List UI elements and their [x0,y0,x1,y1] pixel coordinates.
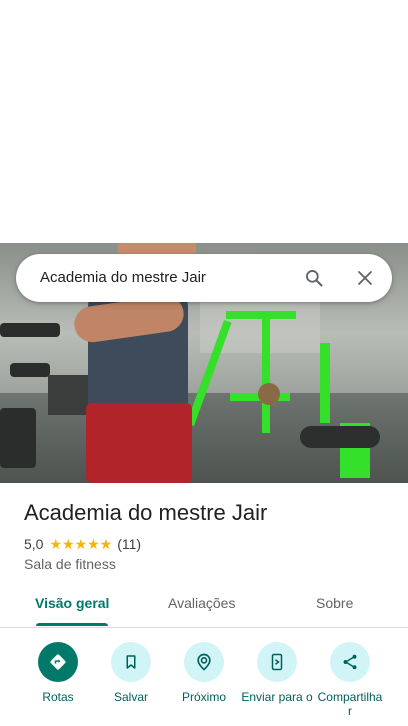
rating-value: 5,0 [24,536,44,552]
close-icon[interactable] [353,266,377,290]
rating-row[interactable]: 5,0 ★★★★★ (11) [24,535,141,553]
nearby-icon [184,642,224,682]
photo-rack [226,311,296,319]
photo-ball [258,383,280,405]
search-icon[interactable] [302,266,326,290]
directions-button[interactable]: Rotas [18,642,98,704]
photo-rack [320,343,330,423]
send-to-phone-button[interactable]: Enviar para o [237,642,317,704]
star-rating-icon: ★★★★★ [49,535,113,552]
share-icon [330,642,370,682]
save-label: Salvar [113,690,148,704]
active-tab-indicator [36,623,108,626]
send-to-phone-icon [257,642,297,682]
save-button[interactable]: Salvar [91,642,171,704]
place-title: Academia do mestre Jair [24,500,268,525]
bookmark-icon [111,642,151,682]
search-input[interactable]: Academia do mestre Jair [40,254,206,302]
photo-dumbbell [300,426,380,448]
nearby-label: Próximo [181,690,226,704]
nearby-button[interactable]: Próximo [164,642,244,704]
tab-overview[interactable]: Visão geral [35,595,109,611]
photo-person-shorts [86,403,192,483]
send-to-phone-label: Enviar para o [241,690,313,704]
photo-bench [10,363,50,377]
directions-label: Rotas [42,690,74,704]
tab-bar: Visão geral Avaliações Sobre [0,585,408,628]
place-category[interactable]: Sala de fitness [24,556,116,572]
photo-bench [0,408,36,468]
share-button[interactable]: Compartilha r [310,642,390,718]
tab-about[interactable]: Sobre [316,595,353,611]
search-bar[interactable]: Academia do mestre Jair [16,254,392,302]
photo-bench [0,323,60,337]
map-area[interactable] [0,0,408,243]
photo-rack [262,313,270,433]
share-label: Compartilha r [317,690,383,718]
review-count[interactable]: (11) [117,536,141,552]
directions-icon [38,642,78,682]
tab-reviews[interactable]: Avaliações [168,595,235,611]
action-bar: Rotas Salvar Próximo Enviar para o Compa… [0,628,408,726]
